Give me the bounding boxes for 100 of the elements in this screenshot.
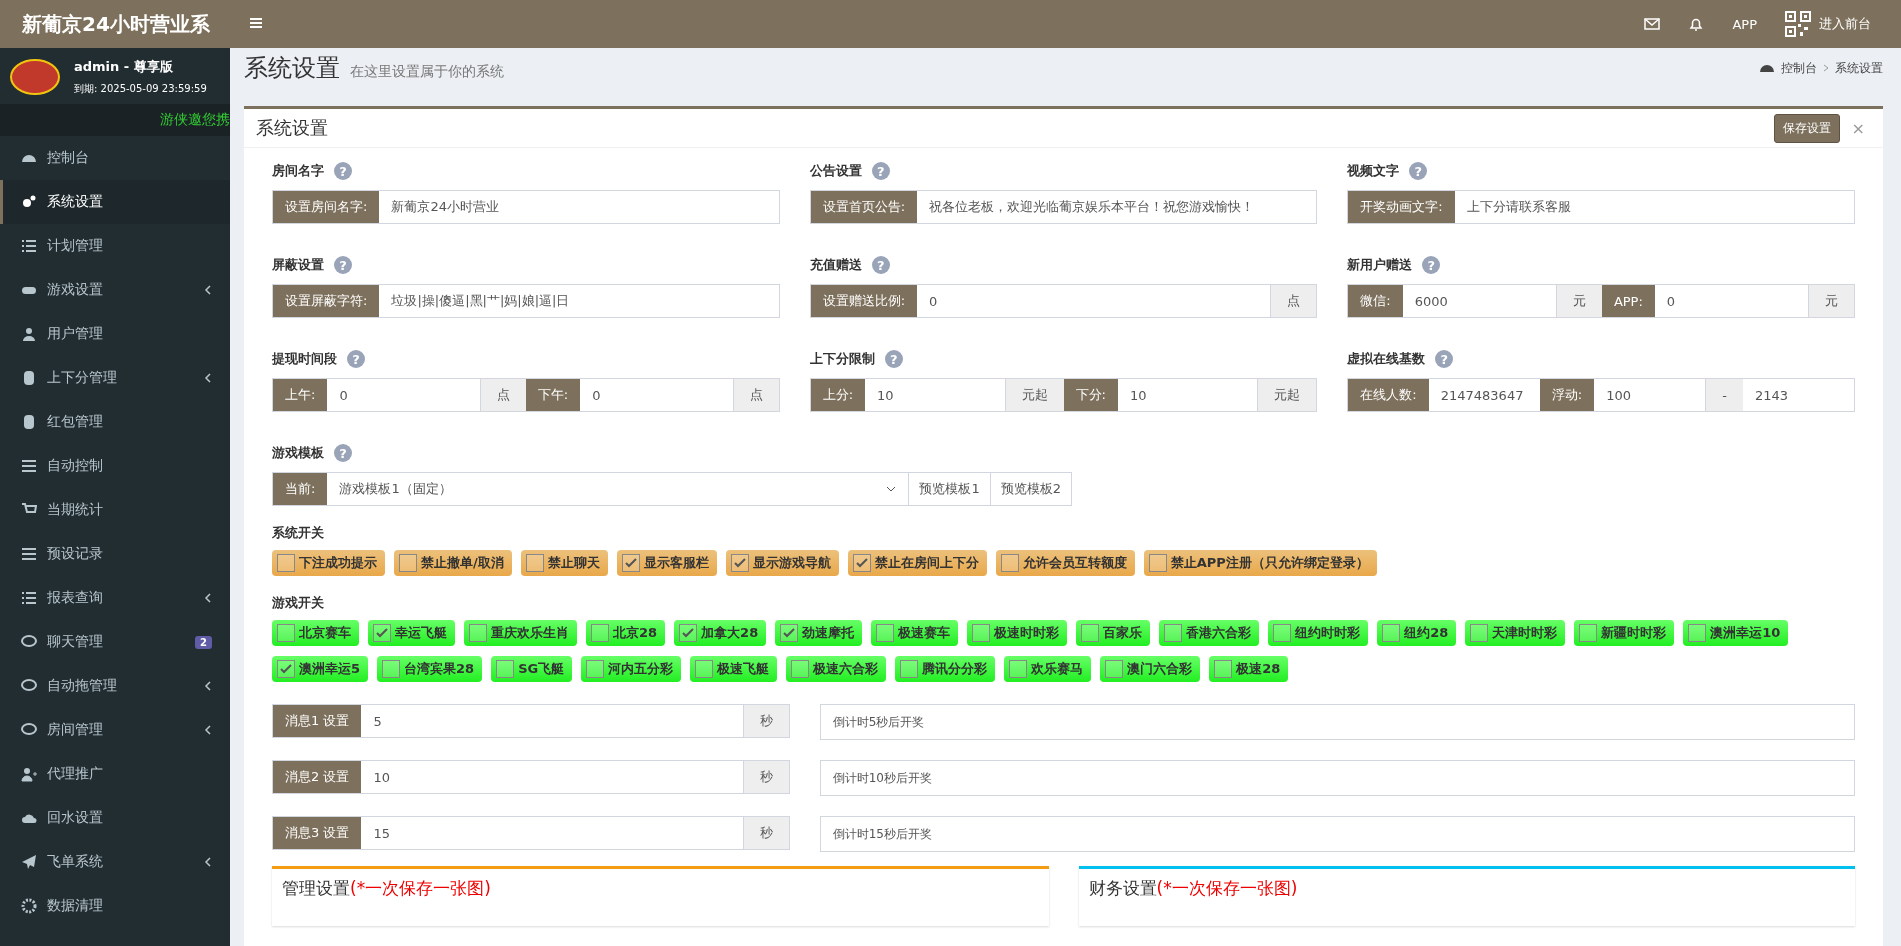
save-button[interactable]: 保存设置 xyxy=(1773,113,1840,143)
checkbox[interactable] xyxy=(900,660,919,678)
sidebar-item[interactable]: 预设记录 xyxy=(0,532,230,576)
checkbox[interactable] xyxy=(373,624,391,642)
sidebar-item[interactable]: 报表查询 xyxy=(0,576,230,620)
switch-checkbox[interactable]: 纽约时时彩 xyxy=(1268,620,1369,646)
switch-checkbox[interactable]: 劲速摩托 xyxy=(775,620,863,646)
switch-checkbox[interactable]: 禁止聊天 xyxy=(520,550,608,576)
sidebar-item[interactable]: 当期统计 xyxy=(0,488,230,532)
checkbox[interactable] xyxy=(852,554,871,572)
checkbox[interactable] xyxy=(496,660,515,678)
checkbox[interactable] xyxy=(791,660,810,678)
checkbox[interactable] xyxy=(1214,660,1233,678)
switch-checkbox[interactable]: 极速时时彩 xyxy=(967,620,1068,646)
switch-checkbox[interactable]: 显示客服栏 xyxy=(616,550,717,576)
switch-checkbox[interactable]: 纽约28 xyxy=(1377,620,1457,646)
switch-checkbox[interactable]: 欢乐赛马 xyxy=(1004,656,1092,682)
checkbox[interactable] xyxy=(277,554,295,572)
checkbox[interactable] xyxy=(1470,624,1489,642)
checkbox[interactable] xyxy=(621,554,640,572)
checkbox[interactable] xyxy=(586,660,605,678)
message-field[interactable]: 倒计时5秒后开奖 xyxy=(819,704,1855,740)
switch-checkbox[interactable]: 天津时时彩 xyxy=(1465,620,1566,646)
sidebar-item[interactable]: 上下分管理 xyxy=(0,356,230,400)
app-link[interactable]: APP xyxy=(1732,16,1757,32)
checkbox[interactable] xyxy=(277,660,295,678)
switch-checkbox[interactable]: 百家乐 xyxy=(1076,620,1151,646)
checkbox[interactable] xyxy=(1105,660,1124,678)
switch-checkbox[interactable]: 河内五分彩 xyxy=(581,656,682,682)
checkbox[interactable] xyxy=(1081,624,1100,642)
message-field[interactable]: 倒计时10秒后开奖 xyxy=(819,760,1855,796)
checkbox[interactable] xyxy=(1148,554,1167,572)
sidebar-item[interactable]: 聊天管理 2 xyxy=(0,620,230,664)
checkbox[interactable] xyxy=(591,624,609,642)
checkbox[interactable] xyxy=(1579,624,1598,642)
switch-checkbox[interactable]: 极速飞艇 xyxy=(690,656,778,682)
sidebar-item[interactable]: 红包管理 xyxy=(0,400,230,444)
sidebar-item[interactable]: 控制台 xyxy=(0,136,230,180)
switch-checkbox[interactable]: 极速六合彩 xyxy=(786,656,887,682)
switch-checkbox[interactable]: 禁止在房间上下分 xyxy=(847,550,987,576)
checkbox[interactable] xyxy=(1164,624,1183,642)
checkbox[interactable] xyxy=(780,624,799,642)
bell-icon xyxy=(1688,16,1705,32)
sidebar-item[interactable]: 房间管理 xyxy=(0,708,230,752)
switch-checkbox[interactable]: 香港六合彩 xyxy=(1159,620,1260,646)
sidebar-item[interactable]: 游戏设置 xyxy=(0,268,230,312)
switch-checkbox[interactable]: 极速28 xyxy=(1209,656,1289,682)
checkbox[interactable] xyxy=(876,624,895,642)
sidebar-item[interactable]: 代理推广 xyxy=(0,752,230,796)
checkbox[interactable] xyxy=(679,624,698,642)
sidebar-item[interactable]: 飞单系统 xyxy=(0,840,230,884)
switch-checkbox[interactable]: 下注成功提示 xyxy=(272,550,385,576)
checkbox[interactable] xyxy=(695,660,714,678)
sidebar-item[interactable]: 自动拖管理 xyxy=(0,664,230,708)
checkbox[interactable] xyxy=(469,624,487,642)
sidebar-item[interactable]: 计划管理 xyxy=(0,224,230,268)
switch-checkbox[interactable]: 显示游戏导航 xyxy=(725,550,839,576)
sidebar-item[interactable]: 数据清理 xyxy=(0,884,230,928)
switch-checkbox[interactable]: 极速赛车 xyxy=(871,620,959,646)
switch-checkbox[interactable]: 重庆欢乐生肖 xyxy=(464,620,577,646)
sidebar-item[interactable]: 系统设置 xyxy=(0,180,230,224)
app-logo: 新葡京24小时营业系 xyxy=(21,10,211,38)
switch-checkbox[interactable]: 澳门六合彩 xyxy=(1100,656,1201,682)
message-field[interactable]: 倒计时15秒后开奖 xyxy=(819,816,1855,852)
switch-checkbox[interactable]: 台湾宾果28 xyxy=(377,656,483,682)
checkbox[interactable] xyxy=(1000,554,1019,572)
switch-checkbox[interactable]: 澳洲幸运10 xyxy=(1683,620,1789,646)
switch-checkbox[interactable]: 幸运飞艇 xyxy=(368,620,455,646)
switch-checkbox[interactable]: 允许会员互转额度 xyxy=(995,550,1135,576)
checkbox[interactable] xyxy=(1382,624,1401,642)
checkbox[interactable] xyxy=(972,624,991,642)
switch-checkbox[interactable]: 腾讯分分彩 xyxy=(895,656,996,682)
switch-checkbox[interactable]: 北京28 xyxy=(586,620,666,646)
checkbox[interactable] xyxy=(1009,660,1028,678)
checkbox[interactable] xyxy=(399,554,417,572)
avatar xyxy=(10,59,60,95)
switch-checkbox[interactable]: 北京赛车 xyxy=(272,620,359,646)
switch-checkbox[interactable]: 禁止APP注册（只允许绑定登录） xyxy=(1143,550,1377,576)
breadcrumb-link[interactable]: 控制台 xyxy=(1781,59,1817,77)
checkbox[interactable] xyxy=(525,554,544,572)
switch-checkbox[interactable]: 加拿大28 xyxy=(674,620,767,646)
chevron-icon xyxy=(204,593,212,603)
switch-checkbox[interactable]: 澳洲幸运5 xyxy=(272,656,369,682)
switch-checkbox[interactable]: 禁止撤单/取消 xyxy=(394,550,512,576)
breadcrumb-link[interactable]: 系统设置 xyxy=(1835,59,1883,77)
checkbox[interactable] xyxy=(1273,624,1292,642)
group-title: 视频文字 xyxy=(1347,162,1400,180)
switch-checkbox[interactable]: 新疆时时彩 xyxy=(1574,620,1675,646)
frontend-link[interactable]: 进入前台 xyxy=(1819,15,1871,33)
sidebar-item[interactable]: 自动控制 xyxy=(0,444,230,488)
sidebar-item[interactable]: 用户管理 xyxy=(0,312,230,356)
list-icon xyxy=(21,546,37,562)
card-title: 管理设置(*一次保存一张图) xyxy=(282,878,491,898)
checkbox[interactable] xyxy=(1688,624,1707,642)
group-title: 上下分限制 xyxy=(809,350,875,368)
checkbox[interactable] xyxy=(730,554,749,572)
switch-checkbox[interactable]: SG飞艇 xyxy=(491,656,573,682)
checkbox[interactable] xyxy=(382,660,401,678)
checkbox[interactable] xyxy=(277,624,295,642)
sidebar-item[interactable]: 回水设置 xyxy=(0,796,230,840)
